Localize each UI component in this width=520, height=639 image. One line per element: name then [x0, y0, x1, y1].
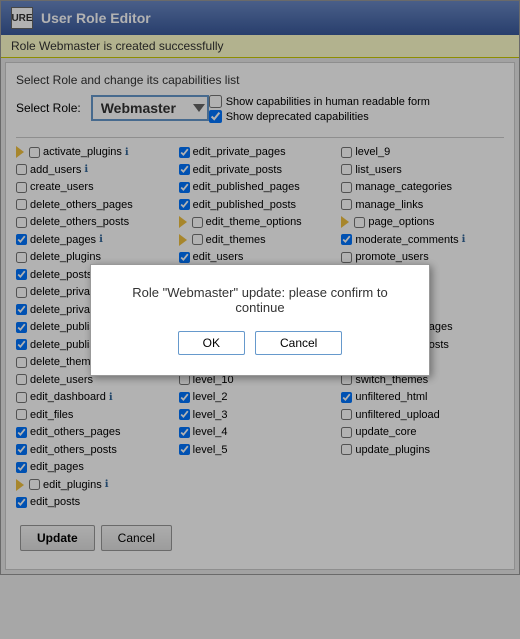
modal-overlay: Role "Webmaster" update: please confirm … [0, 0, 520, 639]
modal-cancel-button[interactable]: Cancel [255, 331, 342, 355]
modal-ok-button[interactable]: OK [178, 331, 245, 355]
modal-buttons: OK Cancel [111, 331, 409, 355]
confirm-modal: Role "Webmaster" update: please confirm … [90, 264, 430, 376]
modal-text: Role "Webmaster" update: please confirm … [111, 285, 409, 315]
